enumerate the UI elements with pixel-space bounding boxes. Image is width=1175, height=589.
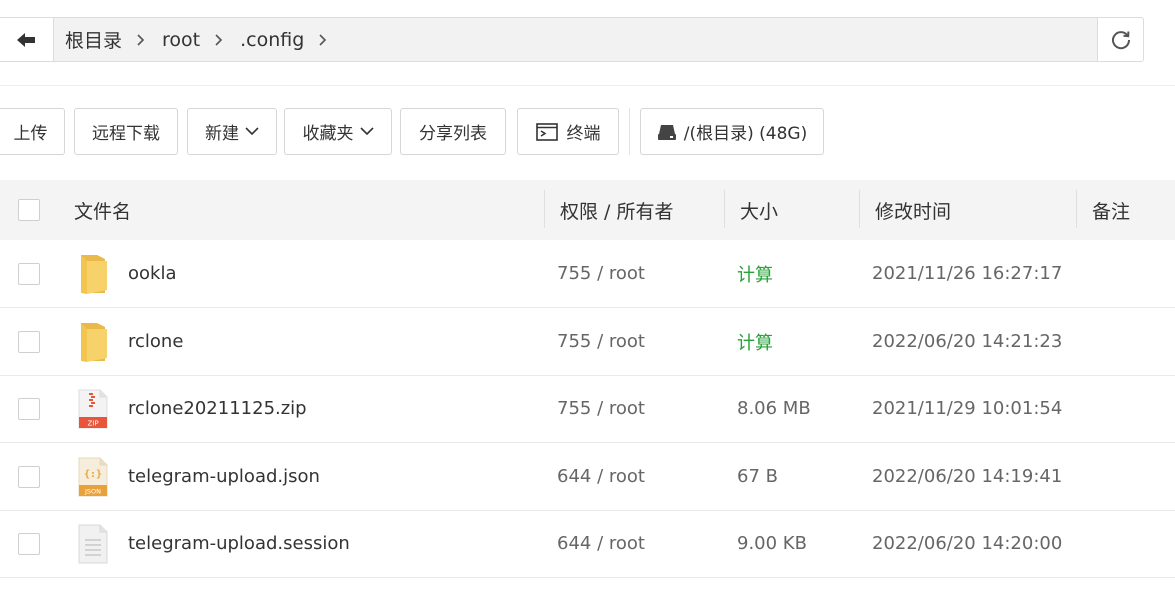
column-header-perm[interactable]: 权限 / 所有者 [560,180,673,240]
row-checkbox[interactable] [18,330,40,353]
file-name[interactable]: telegram-upload.json [128,443,320,510]
column-divider [1076,190,1077,228]
row-checkbox[interactable] [18,397,40,420]
file-size: 9.00 KB [737,533,807,554]
chevron-down-icon [359,127,374,136]
breadcrumb-item-root-dir[interactable]: 根目录 [54,26,151,53]
file-size: 8.06 MB [737,398,811,419]
json-label: JSON [84,487,101,495]
row-checkbox[interactable] [18,532,40,555]
column-divider [859,190,860,228]
terminal-label: 终端 [566,124,601,144]
remote-download-button[interactable]: 远程下载 [74,108,178,155]
path-bar: 根目录 root .config [0,17,1144,62]
file-name[interactable]: telegram-upload.session [128,510,350,577]
remote-download-label: 远程下载 [92,124,160,144]
chevron-right-icon [214,33,223,47]
table-row[interactable]: telegram-upload.session 644 / root 9.00 … [0,510,1175,578]
file-size: 67 B [737,466,778,487]
chevron-down-icon [245,127,259,136]
upload-label: 上传 [13,124,48,144]
column-divider [544,190,545,228]
select-all-checkbox[interactable] [18,199,40,221]
breadcrumb-label: root [162,28,201,51]
file-mtime: 2022/06/20 14:21:23 [872,331,1063,352]
column-header-note[interactable]: 备注 [1092,180,1130,240]
breadcrumb-item-config[interactable]: .config [229,29,333,51]
generic-file-icon [78,510,108,577]
arrow-left-icon [17,32,35,47]
upload-button[interactable]: 上传 [0,108,65,155]
column-divider [724,190,725,228]
json-braces: {:} [84,469,102,480]
file-perm[interactable]: 755 / root [557,240,645,307]
terminal-button[interactable]: 终端 [517,108,619,155]
breadcrumb-item-root[interactable]: root [151,29,229,51]
select-all-checkbox-cell [18,180,40,240]
table-row[interactable]: rclone 755 / root 计算 2022/06/20 14:21:23 [0,308,1175,376]
column-header-size[interactable]: 大小 [740,180,778,240]
breadcrumb: 根目录 root .config [53,17,1099,62]
file-mtime: 2022/06/20 14:20:00 [872,533,1063,554]
file-perm[interactable]: 755 / root [557,375,645,442]
disk-button[interactable]: /(根目录) (48G) [640,108,824,155]
column-header-mtime[interactable]: 修改时间 [875,180,951,240]
favorites-label: 收藏夹 [302,124,354,144]
row-checkbox[interactable] [18,465,40,488]
disk-icon [657,123,677,141]
chevron-right-icon [136,33,145,47]
share-list-label: 分享列表 [419,124,487,144]
column-header-name[interactable]: 文件名 [74,180,131,240]
file-perm[interactable]: 644 / root [557,510,645,577]
new-label: 新建 [205,124,239,144]
divider [0,85,1175,86]
zip-label: ZIP [87,419,98,427]
new-button[interactable]: 新建 [187,108,277,155]
refresh-button[interactable] [1097,17,1144,62]
table-row[interactable]: ZIP rclone20211125.zip 755 / root 8.06 M… [0,375,1175,443]
json-file-icon: {:} JSON [78,443,108,510]
back-button[interactable] [0,17,53,62]
folder-icon [78,308,108,375]
file-name[interactable]: ookla [128,240,176,307]
toolbar: 上传 远程下载 新建 收藏夹 分享列表 终端 /(根目录) (48G) [0,108,1175,156]
file-perm[interactable]: 644 / root [557,443,645,510]
share-list-button[interactable]: 分享列表 [400,108,506,155]
file-name[interactable]: rclone20211125.zip [128,375,307,442]
table-row[interactable]: {:} JSON telegram-upload.json 644 / root… [0,443,1175,511]
file-size-calc[interactable]: 计算 [737,308,773,375]
refresh-icon [1111,30,1130,49]
toolbar-divider [629,108,630,155]
table-header: 文件名 权限 / 所有者 大小 修改时间 备注 [0,180,1175,240]
breadcrumb-label: 根目录 [65,30,123,52]
favorites-button[interactable]: 收藏夹 [284,108,392,155]
zip-file-icon: ZIP [78,375,108,442]
file-mtime: 2022/06/20 14:19:41 [872,466,1063,487]
file-size-calc[interactable]: 计算 [737,240,773,307]
file-name[interactable]: rclone [128,308,183,375]
breadcrumb-label: .config [240,28,305,51]
chevron-right-icon [318,33,327,47]
file-perm[interactable]: 755 / root [557,308,645,375]
row-checkbox[interactable] [18,262,40,285]
folder-icon [78,240,108,307]
terminal-icon [535,122,558,141]
disk-label: /(根目录) (48G) [683,124,808,144]
file-mtime: 2021/11/26 16:27:17 [872,263,1063,284]
file-mtime: 2021/11/29 10:01:54 [872,398,1063,419]
table-row[interactable]: ookla 755 / root 计算 2021/11/26 16:27:17 [0,240,1175,308]
